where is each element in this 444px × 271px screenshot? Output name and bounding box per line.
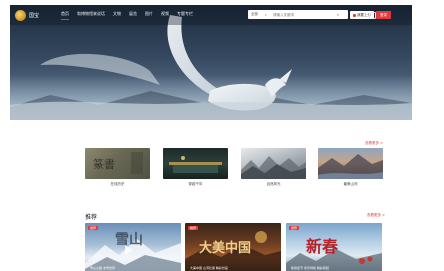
page: 国宝 首页 和博物馆来说话 文物 展览 图片 视频 专题专栏 全部 ▾ ⌕ 我要… — [10, 5, 412, 271]
section2-more-link[interactable]: 查看更多 > — [367, 213, 385, 218]
video-caption: 大美中国 山河壮丽 精彩纷呈 — [190, 266, 228, 270]
snow-forest-image — [241, 156, 306, 179]
search-icon[interactable]: ⌕ — [333, 12, 343, 17]
nav-menu: 首页 和博物馆来说话 文物 展览 图片 视频 专题专栏 — [57, 11, 197, 20]
category-card[interactable]: 自然风光 — [241, 148, 306, 187]
nav-item-home[interactable]: 首页 — [57, 11, 73, 20]
video-card[interactable]: 推荐 新春 新春佳节 欢乐祥和 精彩视频 — [286, 223, 382, 271]
section-title: 推荐 — [85, 214, 98, 221]
nav-item-videos[interactable]: 视频 — [157, 11, 173, 17]
video-card[interactable]: 推荐 雪山 雪山之巅 冰雪世界 — [85, 223, 181, 271]
nav-item-exhibitions[interactable]: 展览 — [125, 11, 141, 17]
landscape-image — [169, 156, 222, 173]
recommend-badge: 推荐 — [188, 226, 199, 230]
category-label: 穿越千年 — [188, 182, 203, 186]
logo-icon — [15, 9, 26, 21]
hero-banner[interactable]: 国宝 首页 和博物馆来说话 文物 展览 图片 视频 专题专栏 全部 ▾ ⌕ 我要… — [10, 5, 412, 120]
video-card[interactable]: 推荐 大美中国 大美中国 山河壮丽 精彩纷呈 — [185, 223, 281, 271]
category-thumbnail — [241, 148, 306, 179]
section1-more-link[interactable]: 查看更多 > — [365, 141, 383, 146]
nav-item-topics[interactable]: 专题专栏 — [173, 11, 197, 17]
category-label: 自然风光 — [266, 182, 281, 186]
search-input[interactable] — [271, 11, 333, 18]
nav-item-talk[interactable]: 和博物馆来说话 — [73, 11, 109, 17]
recommend-badge: 推荐 — [88, 226, 99, 230]
upload-icon — [353, 13, 356, 17]
login-button[interactable]: 登录 — [376, 11, 391, 19]
recommend-badge: 推荐 — [289, 226, 300, 230]
search-bar: 全部 ▾ ⌕ — [248, 10, 348, 19]
video-title-art: 新春 — [306, 237, 339, 256]
category-thumbnail: 篆書 — [85, 148, 150, 179]
category-card[interactable]: 篆書 在线历史 — [85, 148, 150, 187]
play-icon[interactable] — [125, 245, 133, 255]
svg-text:篆書: 篆書 — [93, 157, 115, 171]
nav-item-relics[interactable]: 文物 — [109, 11, 125, 17]
logo-text: 国宝 — [29, 12, 40, 19]
video-caption: 雪山之巅 冰雪世界 — [90, 266, 115, 270]
category-card[interactable]: 最美山河 — [318, 148, 383, 187]
calligraphy-image: 篆書 — [93, 152, 143, 174]
category-card[interactable]: 穿越千年 — [163, 148, 228, 187]
mountain-river-image — [318, 154, 383, 179]
video-title-art: 大美中国 — [199, 241, 252, 256]
message-icon[interactable] — [369, 12, 376, 19]
video-caption: 新春佳节 欢乐祥和 精彩视频 — [291, 266, 329, 270]
category-thumbnail — [318, 148, 383, 179]
logo[interactable]: 国宝 — [15, 9, 39, 21]
nav-item-images[interactable]: 图片 — [141, 11, 157, 17]
category-label: 在线历史 — [110, 182, 125, 186]
category-label: 最美山河 — [343, 182, 358, 186]
category-thumbnail — [163, 148, 228, 179]
top-nav: 国宝 首页 和博物馆来说话 文物 展览 图片 视频 专题专栏 全部 ▾ ⌕ 我要… — [10, 5, 412, 25]
